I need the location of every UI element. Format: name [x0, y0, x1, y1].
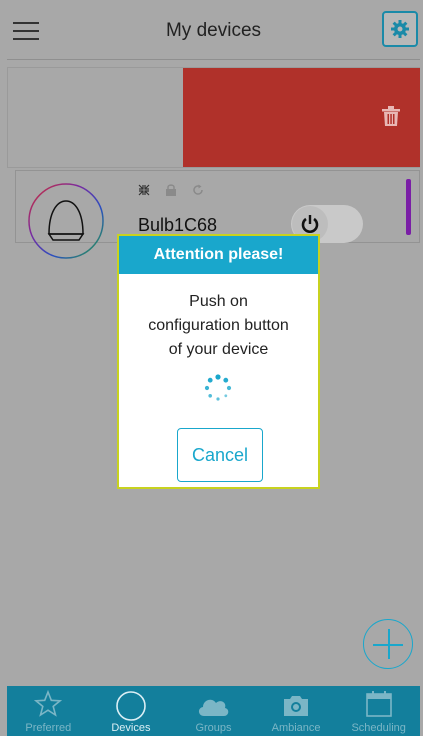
- settings-button[interactable]: [382, 11, 418, 47]
- swiped-row-content: [8, 68, 183, 167]
- cancel-button[interactable]: Cancel: [177, 428, 263, 482]
- dialog-message: Push on configuration button of your dev…: [119, 290, 318, 362]
- delete-action[interactable]: [183, 68, 420, 167]
- refresh-icon: [193, 184, 203, 195]
- power-icon: [301, 215, 319, 233]
- status-icons: [138, 183, 204, 196]
- device-card[interactable]: Bulb1C68: [15, 170, 420, 259]
- attention-dialog: Attention please! Push on configuration …: [117, 234, 320, 489]
- lock-icon: [166, 184, 176, 196]
- gear-icon: [391, 20, 409, 38]
- tab-label: Preferred: [25, 722, 72, 734]
- tab-label: Scheduling: [351, 722, 406, 734]
- circle-icon: [116, 691, 146, 721]
- page-title: My devices: [165, 20, 262, 41]
- compress-icon: [138, 184, 150, 195]
- dialog-message-line: configuration button: [148, 317, 289, 334]
- dialog-message-line: Push on: [189, 293, 248, 310]
- header: My devices: [7, 0, 420, 60]
- color-indicator: [406, 179, 411, 235]
- device-name: Bulb1C68: [138, 215, 218, 235]
- swiped-device-row[interactable]: [7, 67, 420, 168]
- dialog-title: Attention please!: [119, 236, 318, 274]
- tab-ambiance[interactable]: Ambiance: [255, 686, 338, 736]
- cloud-icon: [199, 699, 229, 716]
- star-icon: [34, 690, 63, 717]
- tab-bar: Preferred Devices Groups Ambiance Schedu…: [7, 686, 420, 736]
- camera-icon: [284, 696, 309, 716]
- tab-label: Groups: [195, 722, 232, 734]
- tab-label: Devices: [111, 722, 151, 734]
- tab-label: Ambiance: [271, 722, 321, 734]
- screen: My devices Bulb1C68 Attention please! Pu…: [0, 0, 423, 736]
- trash-icon[interactable]: [382, 106, 400, 126]
- calendar-icon: [365, 691, 392, 717]
- bulb-icon: [28, 183, 104, 259]
- dialog-message-line: of your device: [168, 341, 269, 358]
- tab-devices[interactable]: Devices: [90, 686, 173, 736]
- tab-scheduling[interactable]: Scheduling: [337, 686, 420, 736]
- tab-preferred[interactable]: Preferred: [7, 686, 90, 736]
- loading-spinner-icon: [204, 374, 232, 401]
- tab-groups[interactable]: Groups: [172, 686, 255, 736]
- add-device-button[interactable]: [363, 619, 413, 669]
